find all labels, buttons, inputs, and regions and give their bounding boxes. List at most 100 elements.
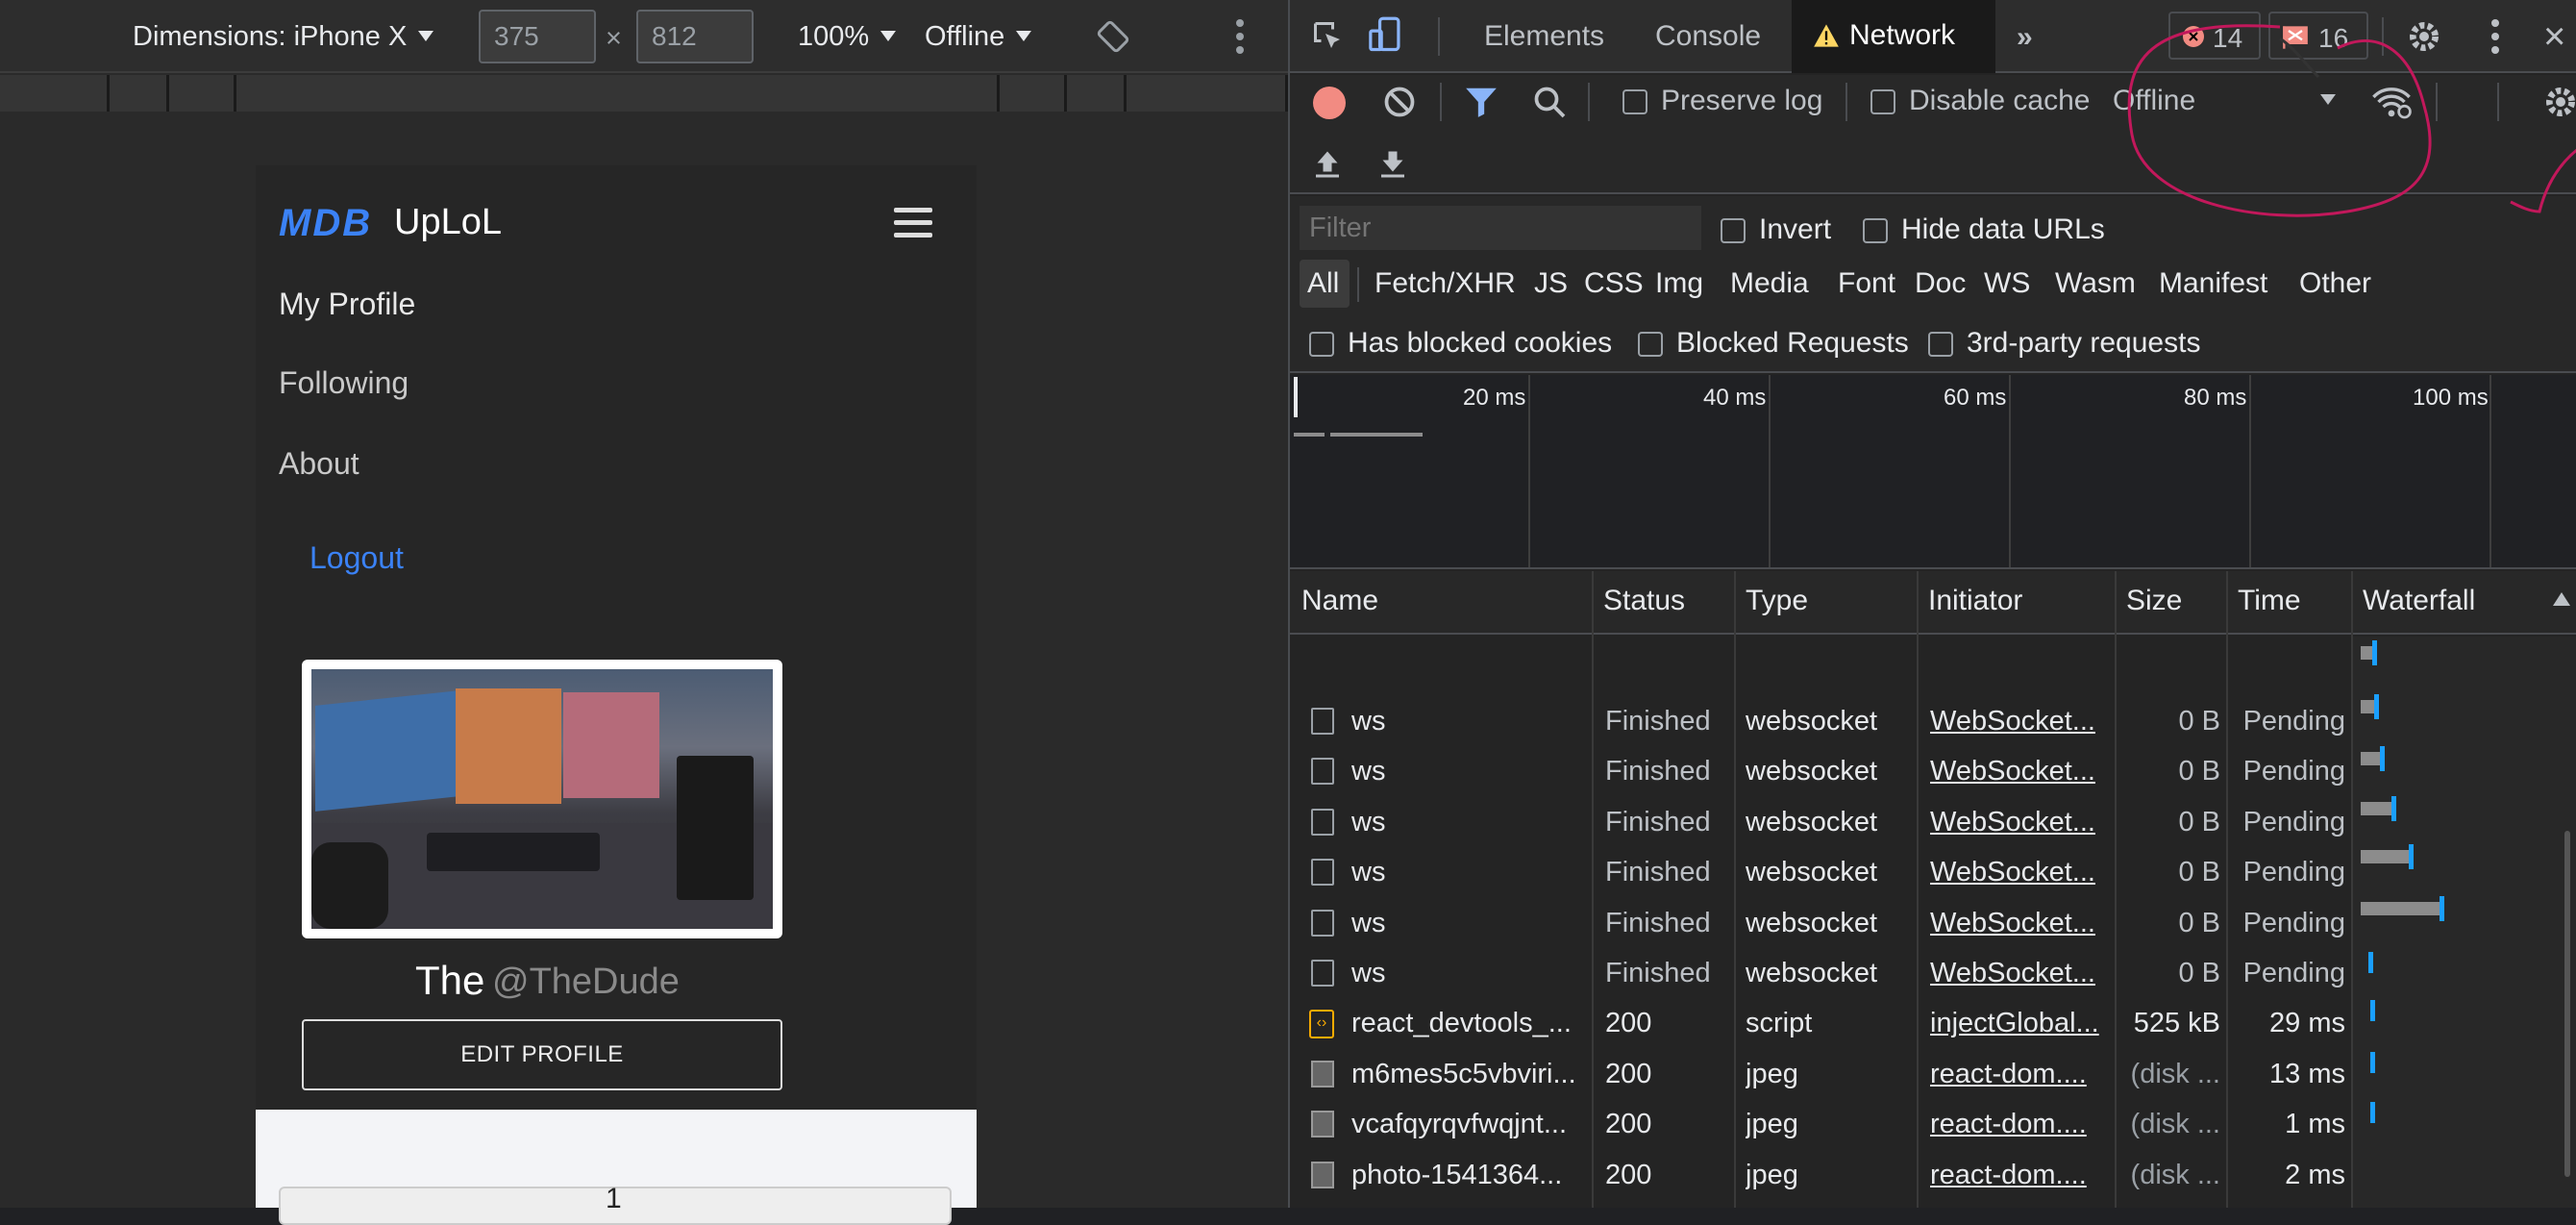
filter-icon[interactable]	[1463, 85, 1499, 124]
hamburger-menu-icon[interactable]	[894, 208, 932, 245]
ruler-segment[interactable]	[110, 75, 169, 112]
search-icon[interactable]	[1532, 85, 1567, 124]
clear-icon[interactable]	[1382, 85, 1417, 124]
type-filter-fetch-xhr[interactable]: Fetch/XHR	[1375, 267, 1516, 300]
type-filter-wasm[interactable]: Wasm	[2055, 267, 2136, 300]
request-type: jpeg	[1746, 1058, 1798, 1089]
blocked-requests-checkbox[interactable]: Blocked Requests	[1638, 327, 1909, 360]
has-blocked-cookies-label: Has blocked cookies	[1348, 327, 1613, 359]
logout-link[interactable]: Logout	[310, 540, 404, 576]
timeline-bar	[1330, 433, 1423, 437]
preserve-log-checkbox[interactable]: Preserve log	[1622, 85, 1822, 117]
device-toggle-icon[interactable]	[1367, 15, 1405, 61]
type-filter-css[interactable]: CSS	[1584, 267, 1644, 300]
nav-following[interactable]: Following	[279, 365, 409, 401]
type-filter-doc[interactable]: Doc	[1915, 267, 1966, 300]
request-type: websocket	[1746, 806, 1878, 838]
request-initiator[interactable]: WebSocket...	[1930, 857, 2109, 888]
ruler-segment[interactable]	[1127, 75, 1288, 112]
request-status: Finished	[1605, 857, 1711, 888]
column-name[interactable]: Name	[1301, 585, 1378, 617]
waterfall-bar	[2361, 802, 2391, 815]
profile-name: The	[415, 958, 485, 1003]
column-size[interactable]: Size	[2126, 585, 2182, 617]
timeline-label: 20 ms	[1463, 385, 1526, 411]
request-status: 200	[1605, 1109, 1652, 1140]
zoom-select[interactable]: 100%	[798, 21, 897, 53]
image-icon	[1311, 1111, 1334, 1138]
tab-elements[interactable]: Elements	[1484, 0, 1604, 73]
import-har-icon[interactable]	[1313, 148, 1342, 186]
ruler-segment[interactable]	[0, 75, 110, 112]
request-initiator[interactable]: react-dom....	[1930, 1109, 2109, 1140]
timeline-gridline	[1528, 375, 1530, 567]
type-filter-other[interactable]: Other	[2299, 267, 2371, 300]
tab-console[interactable]: Console	[1655, 0, 1761, 73]
request-type: script	[1746, 1008, 1813, 1039]
export-har-icon[interactable]	[1378, 148, 1407, 186]
request-name: ws	[1351, 958, 1386, 988]
type-filter-ws[interactable]: WS	[1984, 267, 2030, 300]
type-filter-media[interactable]: Media	[1730, 267, 1809, 300]
has-blocked-cookies-checkbox[interactable]: Has blocked cookies	[1309, 327, 1612, 360]
request-time: 29 ms	[2269, 1008, 2345, 1039]
edit-profile-button[interactable]: EDIT PROFILE	[302, 1019, 782, 1090]
inspect-element-icon[interactable]	[1311, 19, 1346, 59]
request-initiator[interactable]: WebSocket...	[1930, 958, 2109, 989]
more-options-icon[interactable]	[1234, 17, 1246, 63]
nav-about[interactable]: About	[279, 446, 359, 482]
column-initiator[interactable]: Initiator	[1928, 585, 2022, 617]
request-initiator[interactable]: WebSocket...	[1930, 908, 2109, 939]
toolbar-separator	[1438, 17, 1440, 56]
page-number[interactable]: 1	[606, 1183, 622, 1215]
ruler-segment[interactable]	[1000, 75, 1067, 112]
more-tabs-icon[interactable]: »	[2017, 21, 2033, 54]
request-initiator[interactable]: react-dom....	[1930, 1160, 2109, 1191]
record-icon[interactable]	[1313, 87, 1346, 119]
rotate-icon[interactable]	[1096, 19, 1130, 62]
request-type: websocket	[1746, 907, 1878, 938]
caret-down-icon	[880, 31, 897, 41]
brand-logo[interactable]: MDB	[279, 202, 372, 245]
request-initiator[interactable]: WebSocket...	[1930, 706, 2109, 738]
disable-cache-checkbox[interactable]: Disable cache	[1870, 85, 2090, 117]
third-party-requests-checkbox[interactable]: 3rd-party requests	[1928, 327, 2200, 360]
table-scrollbar[interactable]	[2564, 831, 2570, 1177]
waterfall-marker	[2391, 796, 2396, 821]
type-filter-js[interactable]: JS	[1534, 267, 1568, 300]
brand-name[interactable]: UpLoL	[394, 202, 502, 243]
type-filter-all[interactable]: All	[1307, 267, 1339, 300]
column-type[interactable]: Type	[1746, 585, 1808, 617]
request-initiator[interactable]: react-dom....	[1930, 1059, 2109, 1090]
toolbar-separator	[1440, 83, 1442, 121]
request-time: Pending	[2242, 907, 2345, 938]
column-time[interactable]: Time	[2238, 585, 2301, 617]
invert-checkbox[interactable]: Invert	[1721, 213, 1831, 246]
device-select[interactable]: Dimensions: iPhone X	[133, 21, 434, 53]
type-filter-font[interactable]: Font	[1838, 267, 1895, 300]
column-waterfall[interactable]: Waterfall	[2363, 585, 2475, 617]
type-filter-manifest[interactable]: Manifest	[2159, 267, 2267, 300]
column-status[interactable]: Status	[1603, 585, 1685, 617]
tab-network[interactable]: Network	[1792, 0, 1995, 73]
timeline-label: 60 ms	[1944, 385, 2007, 411]
timeline-handle[interactable]	[1294, 377, 1298, 417]
request-initiator[interactable]: WebSocket...	[1930, 807, 2109, 838]
ruler-segment[interactable]	[169, 75, 236, 112]
profile-photo	[302, 660, 782, 938]
sort-asc-icon[interactable]	[2553, 592, 2570, 606]
waterfall-bar	[2361, 752, 2380, 765]
request-initiator[interactable]: WebSocket...	[1930, 756, 2109, 788]
ruler-segment[interactable]	[1067, 75, 1127, 112]
request-time: Pending	[2242, 706, 2345, 737]
waterfall-area	[2353, 637, 2576, 1208]
nav-my-profile[interactable]: My Profile	[279, 287, 415, 322]
throttle-select[interactable]: Offline	[925, 21, 1032, 53]
request-status: 200	[1605, 1058, 1652, 1089]
type-filter-img[interactable]: Img	[1655, 267, 1703, 300]
height-input[interactable]: 812	[636, 10, 754, 63]
request-initiator[interactable]: injectGlobal...	[1930, 1008, 2109, 1039]
width-input[interactable]: 375	[479, 10, 596, 63]
filter-input[interactable]	[1300, 206, 1701, 250]
ruler-segment[interactable]	[236, 75, 1000, 112]
